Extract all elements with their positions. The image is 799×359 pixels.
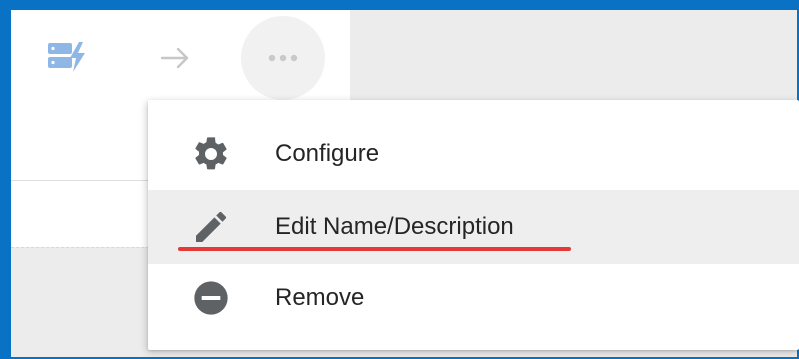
more-options-button[interactable]	[241, 16, 325, 100]
menu-item-remove-label: Remove	[275, 284, 365, 311]
menu-item-edit-name-description-label: Edit Name/Description	[275, 213, 514, 240]
menu-item-configure-label: Configure	[275, 140, 380, 167]
menu-item-remove[interactable]: Remove	[148, 261, 799, 335]
menu-item-edit-name-description[interactable]: Edit Name/Description	[148, 190, 799, 264]
minus-circle-icon	[189, 276, 233, 320]
gear-icon	[189, 132, 233, 176]
annotation-underline	[178, 247, 571, 251]
pencil-icon	[189, 205, 233, 249]
actions-menu: Configure Edit Name/Description Remove	[148, 100, 799, 350]
server-stack-lightning-icon[interactable]	[45, 40, 89, 76]
more-horizontal-icon	[266, 51, 300, 66]
menu-item-configure[interactable]: Configure	[148, 117, 799, 191]
arrow-right-icon[interactable]	[155, 40, 197, 76]
